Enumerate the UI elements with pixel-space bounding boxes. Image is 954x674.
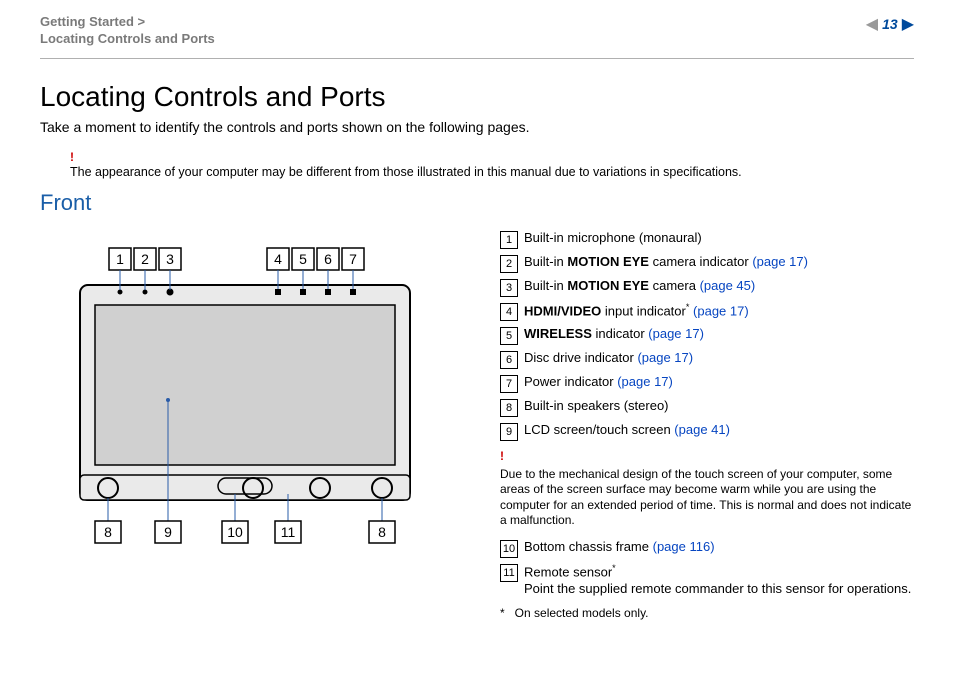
breadcrumb: Getting Started > Locating Controls and … (40, 14, 215, 48)
item-1-text: Built-in microphone (monaural) (524, 230, 702, 247)
appearance-note-text: The appearance of your computer may be d… (70, 165, 742, 179)
item-7: 7 Power indicator (page 17) (500, 374, 914, 393)
page-link[interactable]: (page 41) (674, 422, 730, 437)
svg-text:11: 11 (281, 524, 296, 540)
item-9-text: LCD screen/touch screen (page 41) (524, 422, 730, 439)
page-link[interactable]: (page 17) (693, 303, 749, 318)
breadcrumb-line2: Locating Controls and Ports (40, 31, 215, 48)
breadcrumb-line1: Getting Started > (40, 14, 215, 31)
warning-icon: ! (500, 449, 914, 465)
prev-page-icon[interactable]: ◀ (866, 14, 878, 34)
item-10-text: Bottom chassis frame (page 116) (524, 539, 715, 556)
numbox-2: 2 (500, 255, 518, 273)
page-link[interactable]: (page 116) (653, 539, 715, 554)
item-4-text: HDMI/VIDEO input indicator* (page 17) (524, 302, 749, 320)
item-6: 6 Disc drive indicator (page 17) (500, 350, 914, 369)
svg-text:3: 3 (166, 251, 174, 267)
svg-text:10: 10 (227, 524, 243, 540)
numbox-3: 3 (500, 279, 518, 297)
touch-screen-warning: ! Due to the mechanical design of the to… (500, 449, 914, 529)
page-link[interactable]: (page 17) (648, 326, 704, 341)
svg-text:9: 9 (164, 524, 172, 540)
svg-text:4: 4 (274, 251, 282, 267)
numbox-9: 9 (500, 423, 518, 441)
item-3-text: Built-in MOTION EYE camera (page 45) (524, 278, 755, 295)
intro-text: Take a moment to identify the controls a… (40, 119, 914, 135)
footnote-text: On selected models only. (515, 606, 649, 620)
item-11: 11 Remote sensor* Point the supplied rem… (500, 563, 914, 598)
svg-text:7: 7 (349, 251, 357, 267)
numbox-1: 1 (500, 231, 518, 249)
appearance-note: ! The appearance of your computer may be… (70, 149, 914, 180)
page-link[interactable]: (page 45) (700, 278, 756, 293)
next-page-icon[interactable]: ▶ (902, 14, 914, 34)
item-8: 8 Built-in speakers (stereo) (500, 398, 914, 417)
page-number: 13 (882, 16, 898, 32)
footnote-mark: * (500, 606, 505, 620)
page-link[interactable]: (page 17) (752, 254, 808, 269)
item-4: 4 HDMI/VIDEO input indicator* (page 17) (500, 302, 914, 321)
page-link[interactable]: (page 17) (637, 350, 693, 365)
numbox-4: 4 (500, 303, 518, 321)
section-heading: Front (40, 190, 914, 216)
item-6-text: Disc drive indicator (page 17) (524, 350, 693, 367)
item-9: 9 LCD screen/touch screen (page 41) (500, 422, 914, 441)
item-7-text: Power indicator (page 17) (524, 374, 673, 391)
numbox-6: 6 (500, 351, 518, 369)
page-title: Locating Controls and Ports (40, 81, 914, 113)
item-1: 1 Built-in microphone (monaural) (500, 230, 914, 249)
footnote: * On selected models only. (500, 606, 914, 620)
monitor-diagram: 1 2 3 4 5 6 7 (40, 230, 470, 550)
warning-icon: ! (70, 150, 74, 164)
item-5-text: WIRELESS indicator (page 17) (524, 326, 704, 343)
svg-text:1: 1 (116, 251, 124, 267)
item-2: 2 Built-in MOTION EYE camera indicator (p… (500, 254, 914, 273)
warning-text: Due to the mechanical design of the touc… (500, 467, 911, 528)
item-list: 1 Built-in microphone (monaural) 2 Built-in… (500, 230, 914, 620)
svg-text:5: 5 (299, 251, 307, 267)
numbox-7: 7 (500, 375, 518, 393)
svg-text:2: 2 (141, 251, 149, 267)
numbox-8: 8 (500, 399, 518, 417)
numbox-11: 11 (500, 564, 518, 582)
numbox-5: 5 (500, 327, 518, 345)
item-11-text: Remote sensor* Point the supplied remote… (524, 563, 911, 598)
item-5: 5 WIRELESS indicator (page 17) (500, 326, 914, 345)
item-10: 10 Bottom chassis frame (page 116) (500, 539, 914, 558)
page-link[interactable]: (page 17) (617, 374, 673, 389)
item-11-desc: Point the supplied remote commander to t… (524, 581, 911, 596)
diagram: 1 2 3 4 5 6 7 (40, 230, 470, 553)
item-8-text: Built-in speakers (stereo) (524, 398, 669, 415)
svg-text:8: 8 (104, 524, 112, 540)
svg-text:6: 6 (324, 251, 332, 267)
item-2-text: Built-in MOTION EYE camera indicator (pa… (524, 254, 808, 271)
numbox-10: 10 (500, 540, 518, 558)
header: Getting Started > Locating Controls and … (40, 14, 914, 59)
page-nav: ◀ 13 ▶ (866, 14, 914, 34)
item-3: 3 Built-in MOTION EYE camera (page 45) (500, 278, 914, 297)
svg-text:8: 8 (378, 524, 386, 540)
